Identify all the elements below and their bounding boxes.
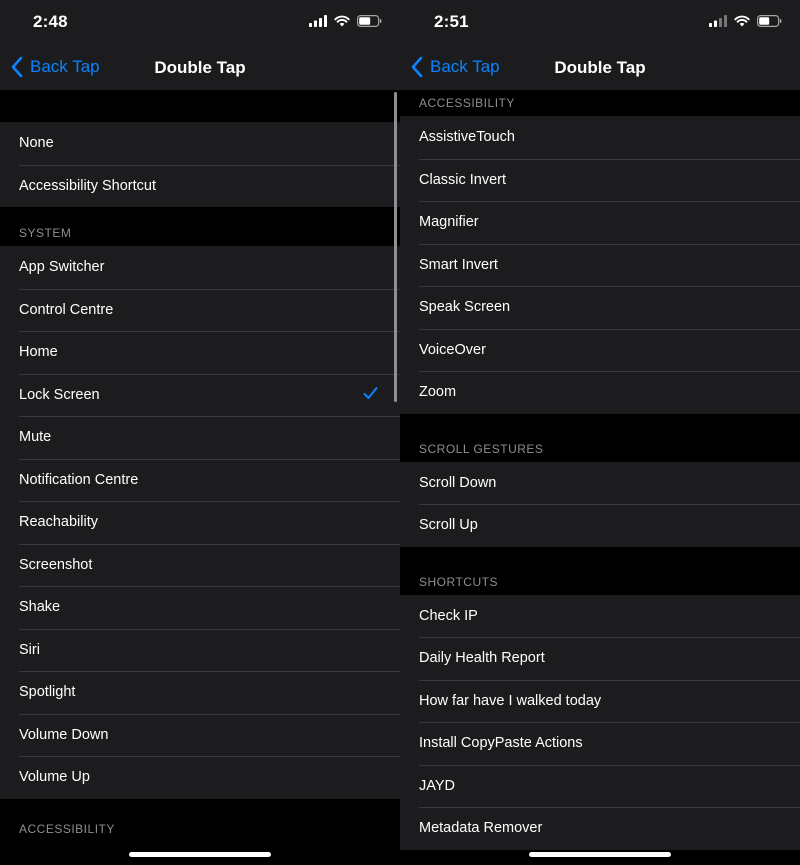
list-item-none[interactable]: None xyxy=(0,122,400,165)
status-bar: 2:51 xyxy=(400,0,800,46)
accessibility-group: AssistiveTouch Classic Invert Magnifier Sma… xyxy=(400,116,800,414)
shortcuts-group: Check IP Daily Health Report How far have … xyxy=(400,594,800,850)
list-item-label: Shake xyxy=(19,599,61,616)
list-item-scroll-up[interactable]: Scroll Up xyxy=(400,504,800,547)
list-item-label: Home xyxy=(19,344,58,361)
status-time: 2:51 xyxy=(434,12,469,31)
home-indicator[interactable] xyxy=(529,852,671,857)
list-item-label: Scroll Down xyxy=(419,474,497,491)
list-item-how-far-have-i-walked-today[interactable]: How far have I walked today xyxy=(400,679,800,723)
list-item-voiceover[interactable]: VoiceOver xyxy=(400,328,800,372)
list-item-speak-screen[interactable]: Speak Screen xyxy=(400,286,800,329)
list-item-label: Volume Up xyxy=(19,769,90,786)
page-title: Double Tap xyxy=(154,58,246,77)
section-spacer xyxy=(0,90,400,122)
list-item-label: Install CopyPaste Actions xyxy=(419,735,583,752)
list-item-lock-screen[interactable]: Lock Screen xyxy=(0,373,400,417)
list-item-label: JAYD xyxy=(419,777,455,794)
list-item-label: How far have I walked today xyxy=(419,692,602,709)
list-item-label: App Switcher xyxy=(19,259,105,276)
list-item-smart-invert[interactable]: Smart Invert xyxy=(400,243,800,287)
list-item-label: Speak Screen xyxy=(419,299,511,316)
list-item-label: Spotlight xyxy=(19,684,76,701)
list-item-siri[interactable]: Siri xyxy=(0,628,400,672)
list-item-label: Screenshot xyxy=(19,556,93,573)
section-header-accessibility: ACCESSIBILITY xyxy=(0,798,400,841)
list-item-label: Scroll Up xyxy=(419,517,478,534)
list-item-label: Check IP xyxy=(419,607,478,624)
wifi-icon xyxy=(734,15,750,27)
list-item-assistivetouch[interactable]: AssistiveTouch xyxy=(400,116,800,159)
list-item-label: Notification Centre xyxy=(19,471,139,488)
cellular-signal-icon xyxy=(709,15,727,27)
list-item-label: Control Centre xyxy=(19,301,114,318)
wifi-icon xyxy=(334,15,350,27)
list-item-label: Metadata Remover xyxy=(419,820,543,837)
right-screen: 2:51 Back Tap Double Tap ACCESSIBILITY A… xyxy=(400,0,800,865)
list-item-volume-up[interactable]: Volume Up xyxy=(0,756,400,799)
settings-list[interactable]: None Accessibility Shortcut SYSTEM App Sw… xyxy=(0,90,400,865)
list-item-mute[interactable]: Mute xyxy=(0,416,400,459)
list-item-scroll-down[interactable]: Scroll Down xyxy=(400,462,800,505)
navigation-bar: Back Tap Double Tap xyxy=(0,46,400,90)
list-item-reachability[interactable]: Reachability xyxy=(0,501,400,544)
battery-icon xyxy=(757,15,782,27)
list-item-spotlight[interactable]: Spotlight xyxy=(0,671,400,714)
list-item-label: Accessibility Shortcut xyxy=(19,177,156,194)
scroll-gestures-group: Scroll Down Scroll Up xyxy=(400,461,800,547)
section-header-shortcuts: SHORTCUTS xyxy=(400,546,800,595)
battery-icon xyxy=(357,15,382,27)
checkmark-icon xyxy=(363,386,378,399)
system-group: App Switcher Control Centre Home Lock Scree… xyxy=(0,246,400,799)
list-item-app-switcher[interactable]: App Switcher xyxy=(0,246,400,289)
status-time: 2:48 xyxy=(33,12,68,31)
list-item-shake[interactable]: Shake xyxy=(0,586,400,629)
list-item-screenshot[interactable]: Screenshot xyxy=(0,543,400,587)
section-header-accessibility: ACCESSIBILITY xyxy=(400,90,800,116)
list-item-control-centre[interactable]: Control Centre xyxy=(0,288,400,332)
list-item-accessibility-shortcut[interactable]: Accessibility Shortcut xyxy=(0,164,400,208)
list-item-install-copypaste-actions[interactable]: Install CopyPaste Actions xyxy=(400,722,800,765)
status-bar: 2:48 xyxy=(0,0,400,46)
list-item-zoom[interactable]: Zoom xyxy=(400,371,800,414)
list-item-magnifier[interactable]: Magnifier xyxy=(400,201,800,244)
list-item-label: Lock Screen xyxy=(19,386,100,403)
status-icons xyxy=(309,15,382,27)
list-item-metadata-remover[interactable]: Metadata Remover xyxy=(400,807,800,850)
list-item-daily-health-report[interactable]: Daily Health Report xyxy=(400,637,800,680)
list-item-label: None xyxy=(19,135,54,152)
list-item-label: Mute xyxy=(19,429,52,446)
status-icons xyxy=(709,15,782,27)
cellular-signal-icon xyxy=(309,15,327,27)
list-item-label: Reachability xyxy=(19,514,98,531)
screens: 2:48 Back Tap Double Tap None Accessibil… xyxy=(0,0,800,865)
list-item-jayd[interactable]: JAYD xyxy=(400,764,800,808)
list-item-check-ip[interactable]: Check IP xyxy=(400,595,800,638)
list-item-label: AssistiveTouch xyxy=(419,129,515,146)
list-item-label: Zoom xyxy=(419,384,457,401)
list-item-label: Magnifier xyxy=(419,214,479,231)
list-item-label: Daily Health Report xyxy=(419,650,545,667)
general-group: None Accessibility Shortcut xyxy=(0,122,400,207)
list-item-classic-invert[interactable]: Classic Invert xyxy=(400,158,800,202)
list-item-notification-centre[interactable]: Notification Centre xyxy=(0,458,400,502)
list-item-volume-down[interactable]: Volume Down xyxy=(0,713,400,757)
list-item-label: Volume Down xyxy=(19,726,109,743)
list-item-label: Siri xyxy=(19,641,40,658)
left-screen: 2:48 Back Tap Double Tap None Accessibil… xyxy=(0,0,400,865)
list-item-label: Classic Invert xyxy=(419,171,507,188)
section-header-scroll-gestures: SCROLL GESTURES xyxy=(400,413,800,462)
list-item-label: VoiceOver xyxy=(419,341,486,358)
section-header-system: SYSTEM xyxy=(0,207,400,246)
page-title: Double Tap xyxy=(554,58,646,77)
navigation-bar: Back Tap Double Tap xyxy=(400,46,800,90)
list-item-home[interactable]: Home xyxy=(0,331,400,374)
list-item-label: Smart Invert xyxy=(419,256,498,273)
settings-list[interactable]: ACCESSIBILITY AssistiveTouch Classic Inve… xyxy=(400,90,800,865)
home-indicator[interactable] xyxy=(129,852,271,857)
scrollbar[interactable] xyxy=(394,92,397,402)
